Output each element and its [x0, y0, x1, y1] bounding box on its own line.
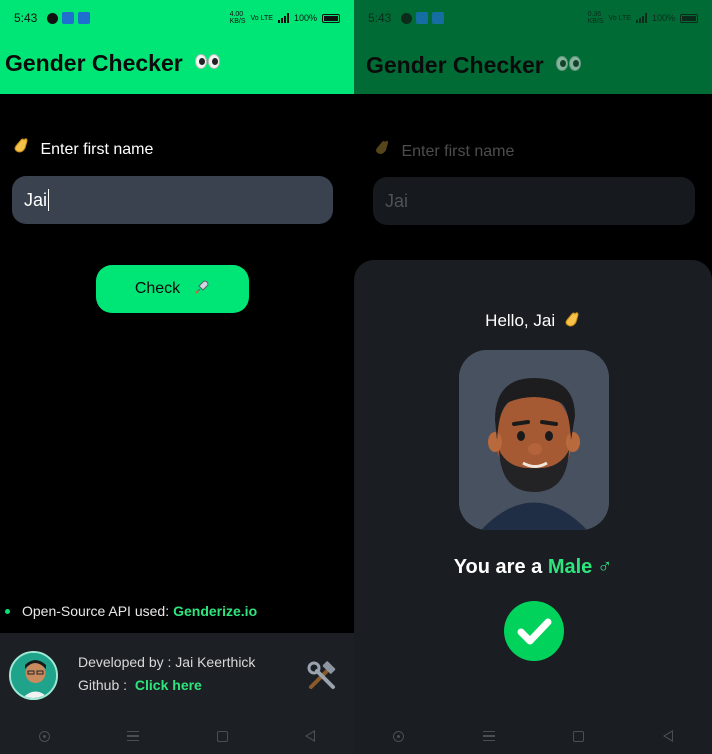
- status-bar: 5:43 0.36 KB/S Vo LTE 100%: [354, 0, 712, 36]
- status-time: 5:43: [368, 11, 392, 25]
- hammer-wrench-icon: [305, 659, 339, 693]
- status-time: 5:43: [14, 11, 38, 25]
- net-speed: 0.36 KB/S: [587, 11, 604, 25]
- check-button-label: Check: [134, 280, 181, 297]
- signal-icon: [277, 13, 289, 23]
- battery-percent: 100%: [651, 13, 675, 23]
- back-triangle-icon[interactable]: [305, 730, 316, 742]
- app-title: Gender Checker: [366, 50, 582, 79]
- photo-notification-icon: [62, 12, 75, 24]
- first-name-input[interactable]: Jai: [12, 176, 333, 224]
- github-row: Github : Click here: [78, 677, 202, 693]
- assistant-icon[interactable]: [38, 730, 50, 742]
- volte-icon: Vo LTE: [250, 14, 273, 22]
- result-screen: Gender Checker 5:43 0.36 KB/S Vo LTE 100%…: [354, 0, 712, 754]
- first-name-value: Jai: [24, 189, 48, 210]
- male-avatar-image: [459, 350, 609, 530]
- text-caret: [48, 189, 50, 211]
- app-notification-icon: [432, 12, 445, 24]
- system-nav-bar: [0, 718, 354, 754]
- developer-credit: Developed by : Jai Keerthick: [78, 654, 256, 670]
- battery-percent: 100%: [293, 13, 317, 23]
- chat-notification-icon: [47, 12, 59, 24]
- battery-icon: [680, 13, 698, 23]
- eyes-icon: [195, 48, 221, 75]
- waving-hand-icon: [373, 138, 391, 161]
- chat-notification-icon: [401, 12, 413, 24]
- menu-icon[interactable]: [482, 731, 495, 741]
- app-title-text: Gender Checker: [5, 50, 183, 76]
- signal-icon: [635, 13, 647, 23]
- genderize-link[interactable]: Genderize.io: [173, 603, 257, 619]
- first-name-input[interactable]: Jai: [373, 177, 695, 225]
- developer-avatar: [9, 651, 58, 700]
- volte-icon: Vo LTE: [608, 14, 631, 22]
- home-square-icon[interactable]: [573, 730, 585, 742]
- name-label: Enter first name: [373, 138, 514, 161]
- system-nav-bar: [354, 718, 712, 754]
- api-credit: Open-Source API used: Genderize.io: [5, 603, 257, 619]
- eyes-icon: [556, 50, 582, 77]
- bullet-dot: [5, 608, 10, 614]
- back-triangle-icon[interactable]: [662, 730, 673, 742]
- check-button[interactable]: Check: [96, 265, 249, 313]
- check-circle-icon: [504, 601, 564, 661]
- assistant-icon[interactable]: [393, 730, 405, 742]
- app-title: Gender Checker: [5, 48, 221, 77]
- greeting: Hello, Jai: [354, 310, 712, 333]
- waving-hand-icon: [563, 310, 581, 333]
- battery-icon: [322, 13, 340, 23]
- gender-result: You are a Male ♂: [453, 556, 613, 578]
- photo-notification-icon: [416, 12, 429, 24]
- home-square-icon[interactable]: [216, 730, 228, 742]
- app-notification-icon: [78, 12, 91, 24]
- developer-footer: Developed by : Jai Keerthick Github : Cl…: [0, 633, 354, 754]
- github-link[interactable]: Click here: [135, 677, 202, 693]
- net-speed: 4.00 KB/S: [229, 11, 246, 25]
- male-symbol-icon: ♂: [597, 556, 613, 578]
- menu-icon[interactable]: [127, 731, 140, 741]
- gender-value: Male: [547, 556, 593, 578]
- input-screen: Gender Checker 5:43 4.00 KB/S Vo LTE 100%…: [0, 0, 354, 754]
- result-bottom-sheet: Hello, Jai You are a Male ♂: [354, 260, 712, 754]
- rocket-icon: [194, 279, 210, 300]
- status-bar: 5:43 4.00 KB/S Vo LTE 100%: [0, 0, 354, 36]
- name-label: Enter first name: [12, 136, 153, 159]
- waving-hand-icon: [12, 136, 30, 159]
